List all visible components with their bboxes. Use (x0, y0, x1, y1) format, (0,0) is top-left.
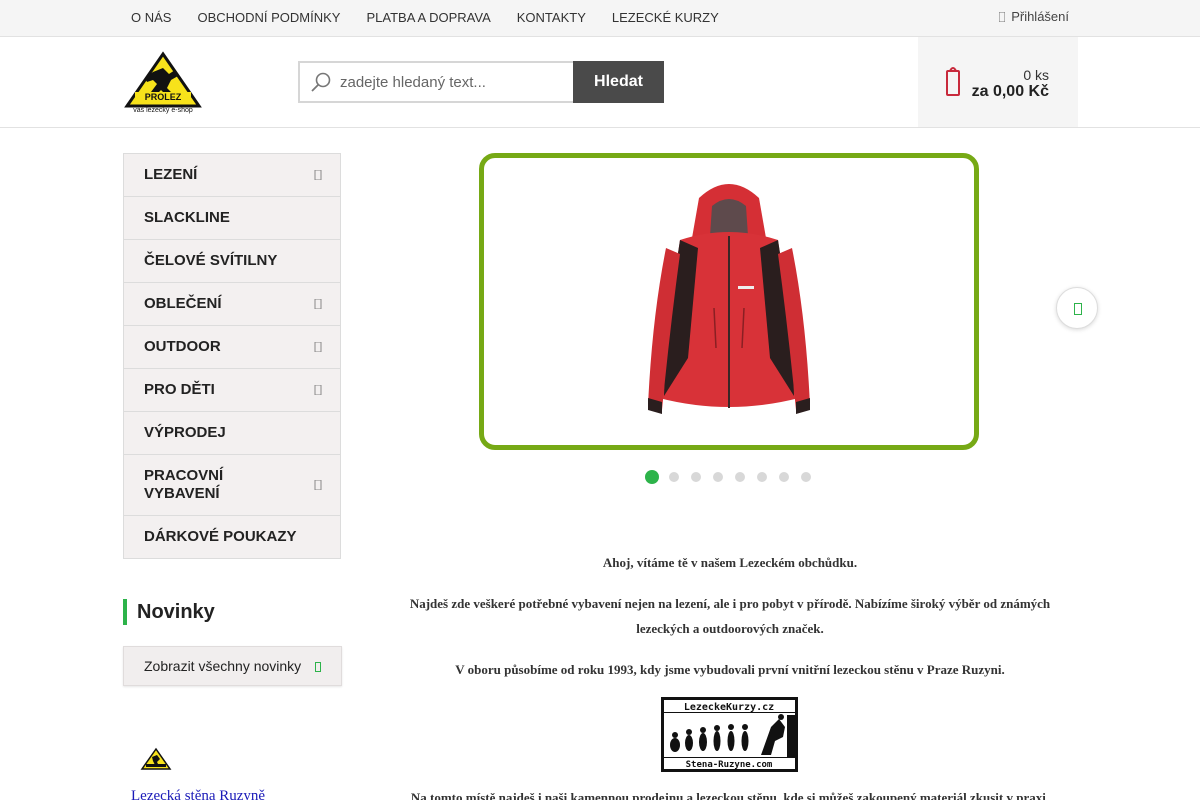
climbing-wall-logo-icon (140, 747, 172, 773)
jacket-image (648, 184, 810, 414)
login-link[interactable]: Přihlášení (999, 0, 1069, 34)
category-label: VÝPRODEJ (144, 424, 226, 441)
svg-text:Stena-Ruzyne.com: Stena-Ruzyne.com (686, 760, 773, 770)
top-bar: O NÁS OBCHODNÍ PODMÍNKY PLATBA A DOPRAVA… (0, 0, 1200, 37)
slider-dot[interactable] (645, 470, 659, 484)
welcome-paragraph: Najdeš zde veškeré potřebné vybavení nej… (409, 596, 1051, 636)
slider-dot[interactable] (691, 472, 701, 482)
category-label: LEZENÍ (144, 166, 198, 183)
svg-text:váš lezecký e-shop: váš lezecký e-shop (133, 107, 193, 114)
submenu-arrow-icon (314, 480, 322, 490)
svg-text:PROLEZ: PROLEZ (145, 92, 182, 102)
welcome-text: Ahoj, vítáme tě v našem Lezeckém obchůdk… (400, 550, 1060, 698)
chevron-right-icon (315, 662, 321, 672)
submenu-arrow-icon (314, 299, 322, 309)
show-all-news-label: Zobrazit všechny novinky (144, 658, 302, 674)
category-label: OUTDOOR (144, 338, 221, 355)
nav-obchodni-podminky[interactable]: OBCHODNÍ PODMÍNKY (184, 0, 353, 36)
category-vyprodej[interactable]: VÝPRODEJ (124, 412, 340, 455)
slider-dots (645, 470, 813, 484)
search-icon (311, 72, 331, 92)
slider-dot[interactable] (779, 472, 789, 482)
category-pro-deti[interactable]: PRO DĚTI (124, 369, 340, 412)
category-lezeni[interactable]: LEZENÍ (124, 154, 340, 197)
nav-platba-a-doprava[interactable]: PLATBA A DOPRAVA (353, 0, 503, 36)
cart-total: za 0,00 Kč (971, 83, 1049, 100)
product-slider[interactable] (479, 153, 979, 450)
category-label: OBLEČENÍ (144, 295, 222, 312)
nav-lezecke-kurzy[interactable]: LEZECKÉ KURZY (599, 0, 732, 36)
cart-widget[interactable]: 0 ks za 0,00 Kč (918, 37, 1078, 127)
category-obleceni[interactable]: OBLEČENÍ (124, 283, 340, 326)
show-all-news-button[interactable]: Zobrazit všechny novinky (123, 646, 342, 686)
category-pracovni-vybaveni[interactable]: PRACOVNÍ VYBAVENÍ (124, 455, 340, 516)
search-form: Hledat (298, 61, 664, 103)
category-label: PRO DĚTI (144, 381, 215, 398)
lezecke-kurzy-logo[interactable]: LezeckeKurzy.cz Stena-Ruzyne.com (661, 697, 798, 772)
chevron-right-icon (1074, 303, 1082, 315)
slider-dot[interactable] (669, 472, 679, 482)
climbing-wall-link[interactable]: Lezecká stěna Ruzyně (131, 788, 265, 800)
slider-dot[interactable] (735, 472, 745, 482)
category-label: SLACKLINE (144, 209, 230, 226)
category-outdoor[interactable]: OUTDOOR (124, 326, 340, 369)
category-darkove-poukazy[interactable]: DÁRKOVÉ POUKAZY (124, 516, 340, 558)
submenu-arrow-icon (314, 342, 322, 352)
category-label: DÁRKOVÉ POUKAZY (144, 528, 297, 545)
welcome-greeting: Ahoj, vítáme tě v našem Lezeckém obchůdk… (602, 555, 858, 570)
slider-dot[interactable] (713, 472, 723, 482)
category-label: ČELOVÉ SVÍTILNY (144, 252, 278, 269)
nav-o-nas[interactable]: O NÁS (118, 0, 184, 36)
header: PROLEZ váš lezecký e-shop Hledat 0 ks za… (0, 37, 1200, 128)
store-paragraph: Na tomto místě najdeš i naši kamennou pr… (410, 790, 1050, 800)
shop-logo[interactable]: PROLEZ váš lezecký e-shop (123, 50, 204, 114)
login-label: Přihlášení (1011, 9, 1069, 24)
submenu-arrow-icon (314, 170, 322, 180)
cart-count: 0 ks (1023, 67, 1049, 83)
shopping-bag-icon (946, 67, 960, 96)
slider-next-button[interactable] (1056, 287, 1098, 329)
history-paragraph: V oboru působíme od roku 1993, kdy jsme … (455, 662, 1005, 677)
user-icon (999, 12, 1006, 22)
evolution-climber-icon: LezeckeKurzy.cz Stena-Ruzyne.com (661, 697, 798, 772)
slider-dot[interactable] (757, 472, 767, 482)
category-slackline[interactable]: SLACKLINE (124, 197, 340, 240)
svg-text:LezeckeKurzy.cz: LezeckeKurzy.cz (684, 702, 774, 713)
search-button[interactable]: Hledat (573, 61, 664, 103)
category-label: PRACOVNÍ VYBAVENÍ (144, 467, 224, 502)
prolez-logo-icon: PROLEZ váš lezecký e-shop (124, 51, 202, 114)
submenu-arrow-icon (314, 385, 322, 395)
nav-kontakty[interactable]: KONTAKTY (504, 0, 599, 36)
search-input[interactable] (340, 73, 560, 91)
search-field (298, 61, 573, 103)
news-heading: Novinky (123, 599, 215, 625)
top-nav: O NÁS OBCHODNÍ PODMÍNKY PLATBA A DOPRAVA… (118, 0, 732, 36)
category-menu: LEZENÍ SLACKLINE ČELOVÉ SVÍTILNY OBLEČEN… (123, 153, 341, 559)
category-celove-svitilny[interactable]: ČELOVÉ SVÍTILNY (124, 240, 340, 283)
slider-dot[interactable] (801, 472, 811, 482)
